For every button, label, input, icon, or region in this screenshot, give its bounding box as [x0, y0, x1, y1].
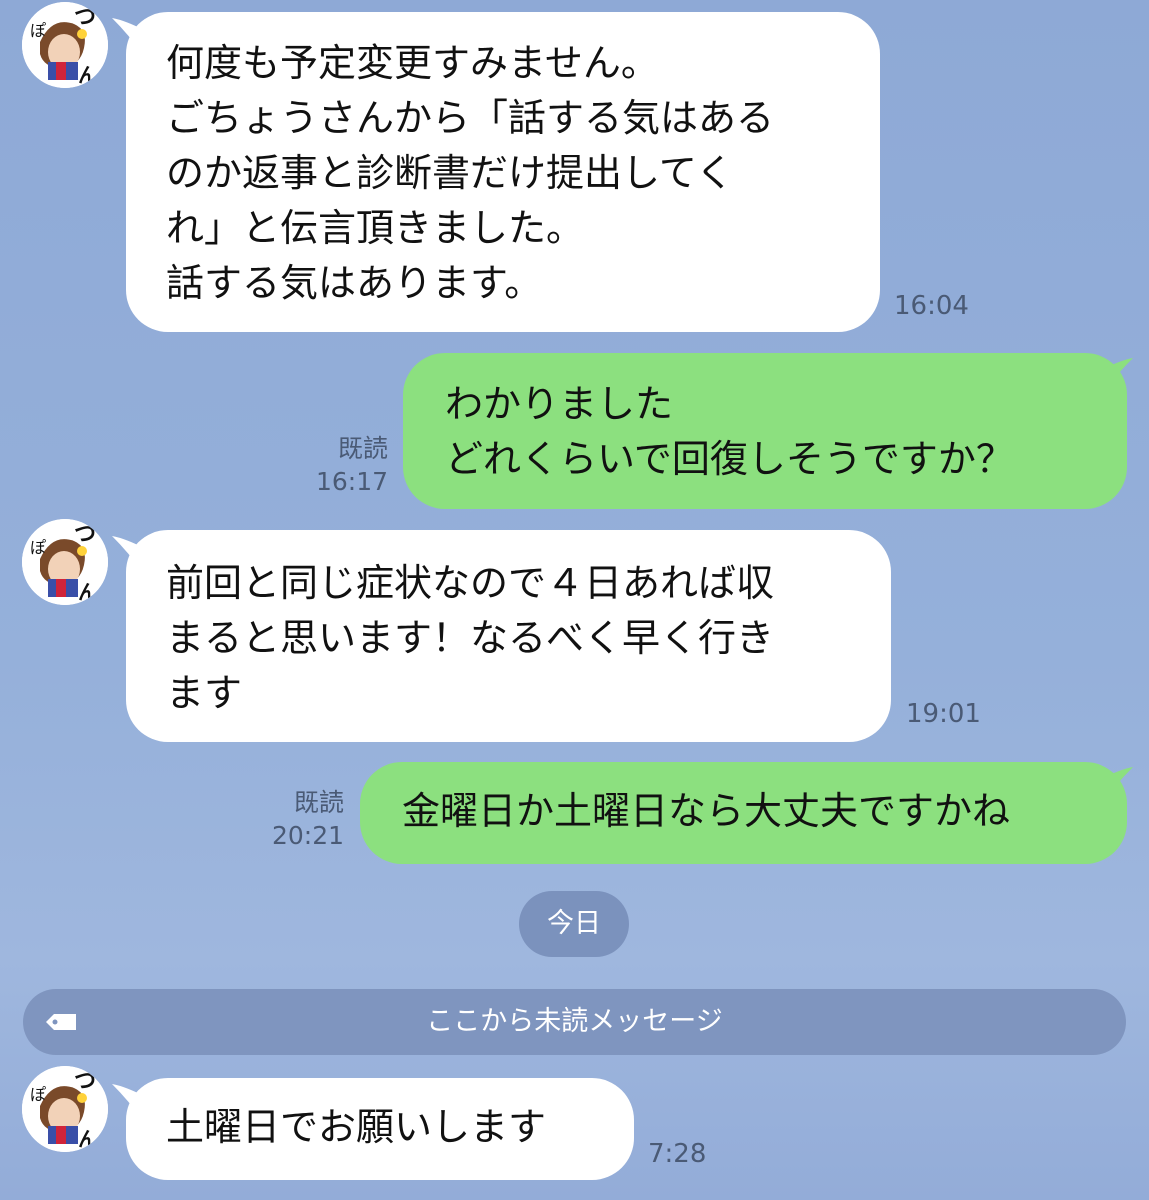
- svg-text:ぽ: ぽ: [30, 21, 46, 40]
- message-time: 7:28: [648, 1139, 707, 1169]
- svg-text:ぽ: ぽ: [30, 538, 46, 557]
- svg-text:ん: ん: [78, 1127, 98, 1151]
- message-bubble-incoming[interactable]: 何度も予定変更すみません。 ごちょうさんから「話する気はある のか返事と診断書だ…: [126, 12, 880, 332]
- message-time: 16:17: [315, 467, 388, 496]
- message-time: 16:04: [894, 291, 969, 321]
- unread-divider-label: ここから未読メッセージ: [426, 1006, 723, 1037]
- avatar[interactable]: ぽ つ ん: [22, 519, 108, 605]
- avatar[interactable]: ぽ つ ん: [22, 1066, 108, 1152]
- read-receipt: 既読 20:21: [256, 786, 344, 852]
- user-avatar-icon: ぽ つ ん: [22, 2, 108, 88]
- read-label: 既読: [293, 788, 344, 817]
- date-separator: 今日: [519, 891, 629, 957]
- tag-icon: [46, 1014, 76, 1030]
- svg-text:ん: ん: [78, 580, 98, 604]
- message-time: 19:01: [906, 699, 981, 729]
- avatar[interactable]: ぽ つ ん: [22, 2, 108, 88]
- unread-divider: ここから未読メッセージ: [23, 989, 1126, 1055]
- svg-text:つ: つ: [74, 1069, 96, 1094]
- message-bubble-outgoing[interactable]: 金曜日か土曜日なら大丈夫ですかね: [360, 762, 1127, 864]
- message-bubble-outgoing[interactable]: わかりました どれくらいで回復しそうですか？: [403, 353, 1127, 509]
- svg-text:つ: つ: [74, 5, 96, 30]
- chat-timeline[interactable]: ぽ つ ん 何度も予定変更すみません。 ごちょうさんから「話する気はある のか返…: [0, 0, 1149, 1200]
- svg-text:つ: つ: [74, 522, 96, 547]
- message-time: 20:21: [271, 821, 344, 850]
- message-bubble-incoming[interactable]: 前回と同じ症状なので４日あれば収 まると思います！なるべく早く行き ます: [126, 530, 891, 742]
- read-receipt: 既読 16:17: [300, 432, 388, 498]
- message-bubble-incoming[interactable]: 土曜日でお願いします: [126, 1078, 634, 1180]
- user-avatar-icon: ぽ つ ん: [22, 1066, 108, 1152]
- svg-text:ぽ: ぽ: [30, 1085, 46, 1104]
- svg-text:ん: ん: [78, 63, 98, 87]
- read-label: 既読: [337, 434, 388, 463]
- user-avatar-icon: ぽ つ ん: [22, 519, 108, 605]
- bubble-tail: [1101, 767, 1133, 805]
- bubble-tail: [1101, 358, 1133, 396]
